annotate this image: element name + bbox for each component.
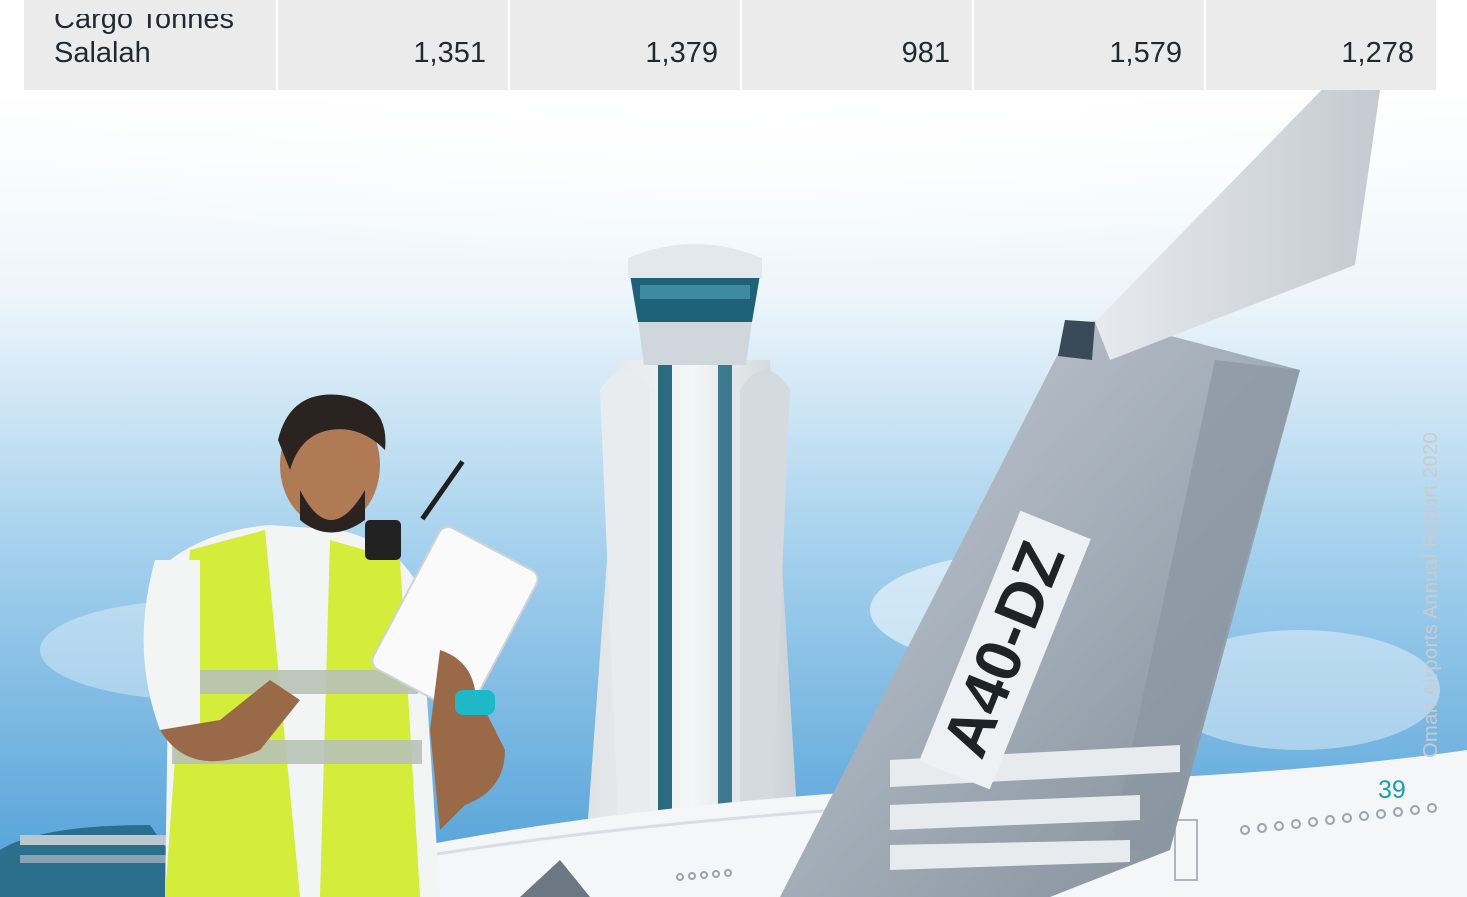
row-label: Cargo Tonnes Salalah xyxy=(24,0,278,98)
table-cell: 981 xyxy=(742,0,974,98)
report-title: Oman Airports Annual Report 2020 xyxy=(1420,431,1442,758)
page-number: 39 xyxy=(1378,776,1406,804)
airport-photo: A40-DZ xyxy=(0,90,1467,897)
table-cell: 1,278 xyxy=(1206,0,1436,98)
cargo-table: Cargo Tonnes Salalah 1,351 1,379 981 1,5… xyxy=(24,0,1436,98)
row-label-line1-clip: Cargo Tonnes xyxy=(54,14,260,36)
table-cell: 1,579 xyxy=(974,0,1206,98)
row-label-line1: Cargo Tonnes xyxy=(54,14,235,35)
table-cell: 1,379 xyxy=(510,0,742,98)
row-label-line2: Salalah xyxy=(54,37,151,69)
table-cell: 1,351 xyxy=(278,0,510,98)
report-title-vertical: Oman Airports Annual Report 2020 xyxy=(1420,418,1442,758)
table-row: Cargo Tonnes Salalah 1,351 1,379 981 1,5… xyxy=(24,0,1436,98)
